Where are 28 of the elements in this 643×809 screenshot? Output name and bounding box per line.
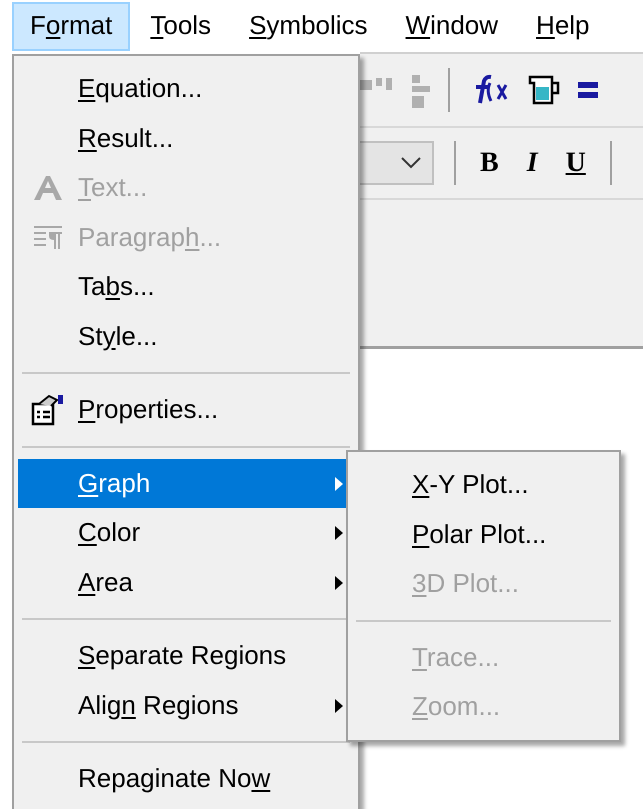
menu-bar-item[interactable]: Symbolics: [231, 2, 386, 50]
menu-item[interactable]: Polar Plot...: [352, 510, 615, 559]
menu-item[interactable]: Area: [18, 558, 354, 607]
chevron-icon: [400, 156, 422, 170]
menu-bar-item[interactable]: Tools: [132, 2, 230, 50]
letter-icon: [32, 174, 64, 202]
menu-bar-item[interactable]: Window: [388, 2, 516, 50]
properties-icon: [31, 394, 65, 426]
menu-item[interactable]: Align Regions: [18, 680, 354, 730]
menu-item[interactable]: Repaginate Now: [18, 754, 354, 804]
format-button[interactable]: U: [562, 147, 590, 179]
menu-item[interactable]: Result...: [18, 114, 354, 163]
submenu-arrow-icon: [334, 574, 344, 590]
format-button[interactable]: I: [522, 147, 542, 179]
paragraph-icon: [32, 223, 64, 252]
menu-item[interactable]: Color: [18, 508, 354, 558]
menu-item[interactable]: Tabs...: [18, 262, 354, 312]
menu-bar-item[interactable]: Help: [518, 2, 608, 50]
menu-item[interactable]: X-Y Plot...: [352, 460, 615, 510]
submenu-arrow-icon: [334, 476, 344, 492]
submenu-arrow-icon: [334, 525, 344, 541]
menu-item[interactable]: Equation...: [18, 64, 354, 114]
menu-item[interactable]: Style...: [18, 312, 354, 361]
format-button[interactable]: B: [476, 147, 503, 179]
menu-item[interactable]: Properties...: [18, 385, 354, 434]
menu-bar-item[interactable]: Format: [12, 2, 130, 50]
submenu-arrow-icon: [334, 698, 344, 714]
beaker-icon[interactable]: [526, 73, 560, 107]
